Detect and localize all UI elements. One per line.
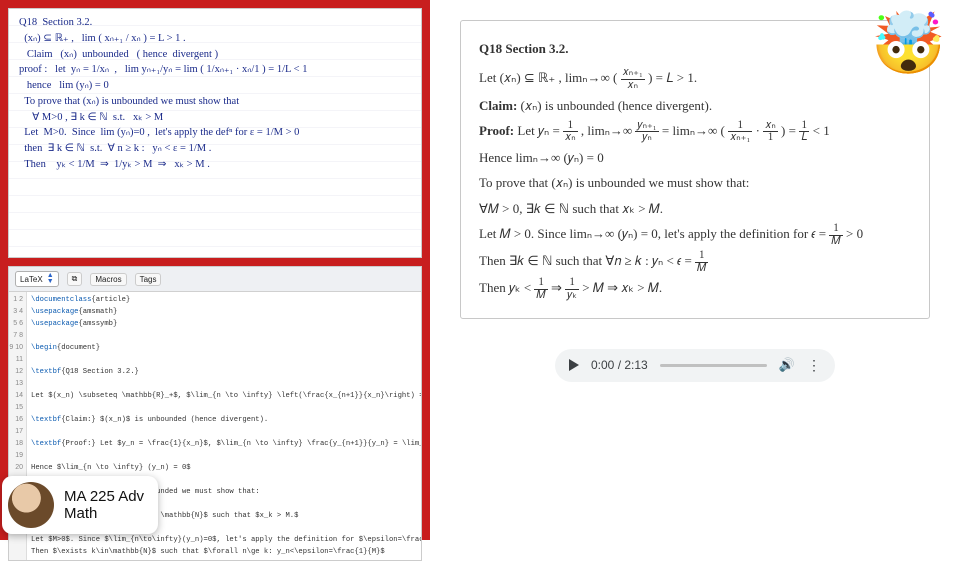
line-let: Let (𝑥ₙ) ⊆ ℝ₊ , limₙ→∞ ( 𝑥ₙ₊₁𝑥ₙ ) = 𝐿 > … [479,66,911,91]
rendered-latex-output: Q18 Section 3.2. Let (𝑥ₙ) ⊆ ℝ₊ , limₙ→∞ … [460,20,930,319]
text: > 𝑀 ⇒ 𝑥ₖ > 𝑀. [582,280,662,295]
slide-left-panel: Q18 Section 3.2. (xₙ) ⊆ ℝ₊ , lim ( xₙ₊₁ … [0,0,430,540]
mind-blown-emoji-icon: 🤯 [871,14,946,74]
course-name: Math [64,505,144,522]
text: = limₙ→∞ ( [662,123,728,138]
text: , limₙ→∞ [581,123,636,138]
fraction: 1𝑀 [829,223,842,247]
fraction: 𝑥ₙ₊₁𝑥ₙ [621,67,645,91]
fraction: 1𝑥ₙ₊₁ [728,120,752,144]
handwritten-line: Q18 Section 3.2. [19,15,411,31]
handwritten-line: hence lim (yₙ) = 0 [19,78,411,94]
line-toprove: To prove that (𝑥ₙ) is unbounded we must … [479,171,911,194]
text: > 0 [846,226,863,241]
line-proof: Proof: Let 𝑦ₙ = 1𝑥ₙ , limₙ→∞ 𝑦ₙ₊₁𝑦ₙ = li… [479,119,911,144]
play-icon[interactable] [569,359,579,371]
text: < 1 [813,123,830,138]
fraction: 1𝐿 [799,120,809,144]
presenter-text: MA 225 Adv Math [64,488,144,522]
handwritten-line: Then yₖ < 1/M ⇒ 1/yₖ > M ⇒ xₖ > M . [19,157,411,173]
presenter-card: MA 225 Adv Math [2,476,158,534]
handwritten-line: then ∃ k ∈ ℕ s.t. ∀ n ≥ k : yₙ < ε = 1/M… [19,141,411,157]
handwritten-line: proof : let yₙ = 1/xₙ , lim yₙ₊₁/yₙ = li… [19,62,411,78]
line-forall: ∀𝑀 > 0, ∃𝑘 ∈ ℕ such that 𝑥ₖ > 𝑀. [479,197,911,220]
fraction: 1𝑥ₙ [563,120,578,144]
avatar [8,482,54,528]
audio-player: 0:00 / 2:13 [555,349,835,382]
handwritten-line: ∀ M>0 , ∃ k ∈ ℕ s.t. xₖ > M [19,110,411,126]
fraction: 𝑦ₙ₊₁𝑦ₙ [635,120,658,144]
text: Then 𝑦ₖ < [479,280,534,295]
current-time: 0:00 [591,358,614,372]
text: Let (𝑥ₙ) ⊆ ℝ₊ , limₙ→∞ ( [479,70,621,85]
line-hence: Hence limₙ→∞ (𝑦ₙ) = 0 [479,146,911,169]
fraction: 𝑥ₙ1 [763,120,778,144]
text: Let 𝑦ₙ = [517,123,563,138]
line-thenk: Then ∃𝑘 ∈ ℕ such that ∀𝑛 ≥ 𝑘 : 𝑦ₙ < 𝜖 = … [479,249,911,274]
text: (𝑥ₙ) is unbounded (hence divergent). [517,98,712,113]
latex-toolbar: LaTeX ▲▼ ⧉ Macros Tags [9,267,421,292]
fraction: 1𝑀 [534,277,547,301]
stepper-arrows-icon: ▲▼ [47,273,54,285]
proof-label: Proof: [479,123,514,138]
slide-right-panel: 🤯 Q18 Section 3.2. Let (𝑥ₙ) ⊆ ℝ₊ , limₙ→… [430,0,960,540]
text: Let 𝑀 > 0. Since limₙ→∞ (𝑦ₙ) = 0, let's … [479,226,829,241]
text: ) = 𝐿 > 1. [648,70,697,85]
audio-seek-track[interactable] [660,364,767,367]
language-mode-label: LaTeX [20,275,43,284]
text: · [756,123,764,138]
language-mode-select[interactable]: LaTeX ▲▼ [15,271,59,287]
volume-icon[interactable] [779,357,795,373]
line-claim: Claim: (𝑥ₙ) is unbounded (hence divergen… [479,94,911,117]
line-thenyk: Then 𝑦ₖ < 1𝑀 ⇒ 1𝑦ₖ > 𝑀 ⇒ 𝑥ₖ > 𝑀. [479,276,911,301]
fraction: 1𝑦ₖ [565,277,579,301]
text: ) = [781,123,799,138]
line-letM: Let 𝑀 > 0. Since limₙ→∞ (𝑦ₙ) = 0, let's … [479,222,911,247]
text: Then ∃𝑘 ∈ ℕ such that ∀𝑛 ≥ 𝑘 : 𝑦ₙ < 𝜖 = [479,253,695,268]
macros-button[interactable]: Macros [90,273,126,286]
text: ⇒ [551,280,565,295]
handwritten-line: (xₙ) ⊆ ℝ₊ , lim ( xₙ₊₁ / xₙ ) = L > 1 . [19,31,411,47]
tags-button[interactable]: Tags [135,273,162,286]
problem-title: Q18 Section 3.2. [479,37,911,60]
copy-button[interactable]: ⧉ [67,272,83,286]
audio-time: 0:00 / 2:13 [591,358,648,372]
course-code: MA 225 Adv [64,488,144,505]
handwritten-line: To prove that (xₙ) is unbounded we must … [19,94,411,110]
total-time: 2:13 [624,358,647,372]
handwritten-notes-image: Q18 Section 3.2. (xₙ) ⊆ ℝ₊ , lim ( xₙ₊₁ … [8,8,422,258]
handwritten-line: Claim (xₙ) unbounded ( hence divergent ) [19,47,411,63]
claim-label: Claim: [479,98,517,113]
handwritten-line: Let M>0. Since lim (yₙ)=0 , let's apply … [19,125,411,141]
fraction: 1𝑀 [695,250,708,274]
more-options-icon[interactable] [807,357,821,374]
